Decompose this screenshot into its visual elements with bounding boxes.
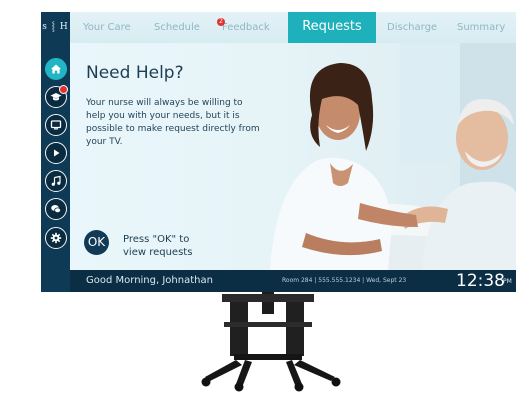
- sidebar-home-button[interactable]: [45, 58, 67, 80]
- tab-requests[interactable]: Requests: [288, 12, 376, 43]
- room-info: Room 284 | 555.555.1234 | Wed, Sept 23: [282, 277, 407, 284]
- sidebar-video-button[interactable]: [45, 142, 67, 164]
- feedback-badge: 2: [217, 18, 225, 26]
- main-panel: Your Care Schedule 2 Feedback Requests D…: [70, 12, 516, 270]
- help-title: Need Help?: [86, 63, 184, 83]
- sidebar-music-button[interactable]: [45, 170, 67, 192]
- sidebar: s ⸾ H: [41, 12, 70, 292]
- ok-button[interactable]: OK: [84, 230, 109, 255]
- music-note-icon: [50, 175, 62, 187]
- chat-icon: [50, 203, 62, 215]
- sidebar-settings-button[interactable]: [45, 227, 67, 249]
- sidebar-education-button[interactable]: [45, 85, 68, 108]
- tab-feedback-label: Feedback: [222, 22, 270, 33]
- greeting-text: Good Morning, Johnathan: [86, 275, 213, 286]
- ok-prompt: Press "OK" to view requests: [123, 234, 193, 258]
- clock-ampm: PM: [503, 278, 512, 285]
- tab-your-care[interactable]: Your Care: [83, 12, 131, 43]
- tab-summary[interactable]: Summary: [457, 12, 505, 43]
- education-badge: [59, 85, 68, 94]
- sidebar-chat-button[interactable]: [45, 198, 67, 220]
- tv-stand: [201, 292, 341, 392]
- tv-screen: s ⸾ H Your Care Schedule 2 Feedback Requ…: [41, 12, 516, 292]
- tab-schedule[interactable]: Schedule: [154, 12, 200, 43]
- hospital-logo: s ⸾ H: [42, 22, 69, 32]
- tv-icon: [50, 119, 62, 131]
- home-icon: [50, 63, 62, 75]
- sidebar-tv-button[interactable]: [45, 114, 67, 136]
- tab-bar: Your Care Schedule 2 Feedback Requests D…: [70, 12, 516, 43]
- clock-time: 12:38: [456, 271, 505, 291]
- help-description: Your nurse will always be willing to hel…: [86, 98, 260, 147]
- play-icon: [50, 147, 62, 159]
- gear-icon: [50, 232, 62, 244]
- tab-feedback[interactable]: 2 Feedback: [217, 12, 270, 43]
- tab-discharge[interactable]: Discharge: [387, 12, 437, 43]
- status-bar: Good Morning, Johnathan Room 284 | 555.5…: [70, 270, 516, 292]
